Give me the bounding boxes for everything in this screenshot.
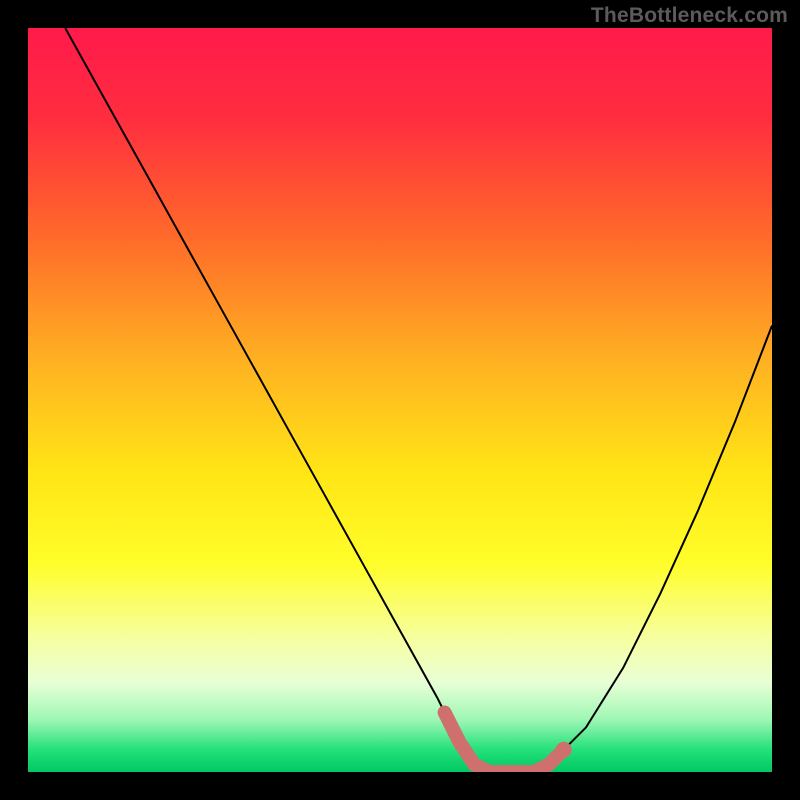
curve-layer xyxy=(28,28,772,772)
bottleneck-curve xyxy=(65,28,772,772)
chart-frame: TheBottleneck.com xyxy=(0,0,800,800)
watermark-text: TheBottleneck.com xyxy=(591,4,788,28)
highlight-segment xyxy=(445,713,564,773)
highlight-end-dot xyxy=(556,742,572,758)
plot-area xyxy=(28,28,772,772)
